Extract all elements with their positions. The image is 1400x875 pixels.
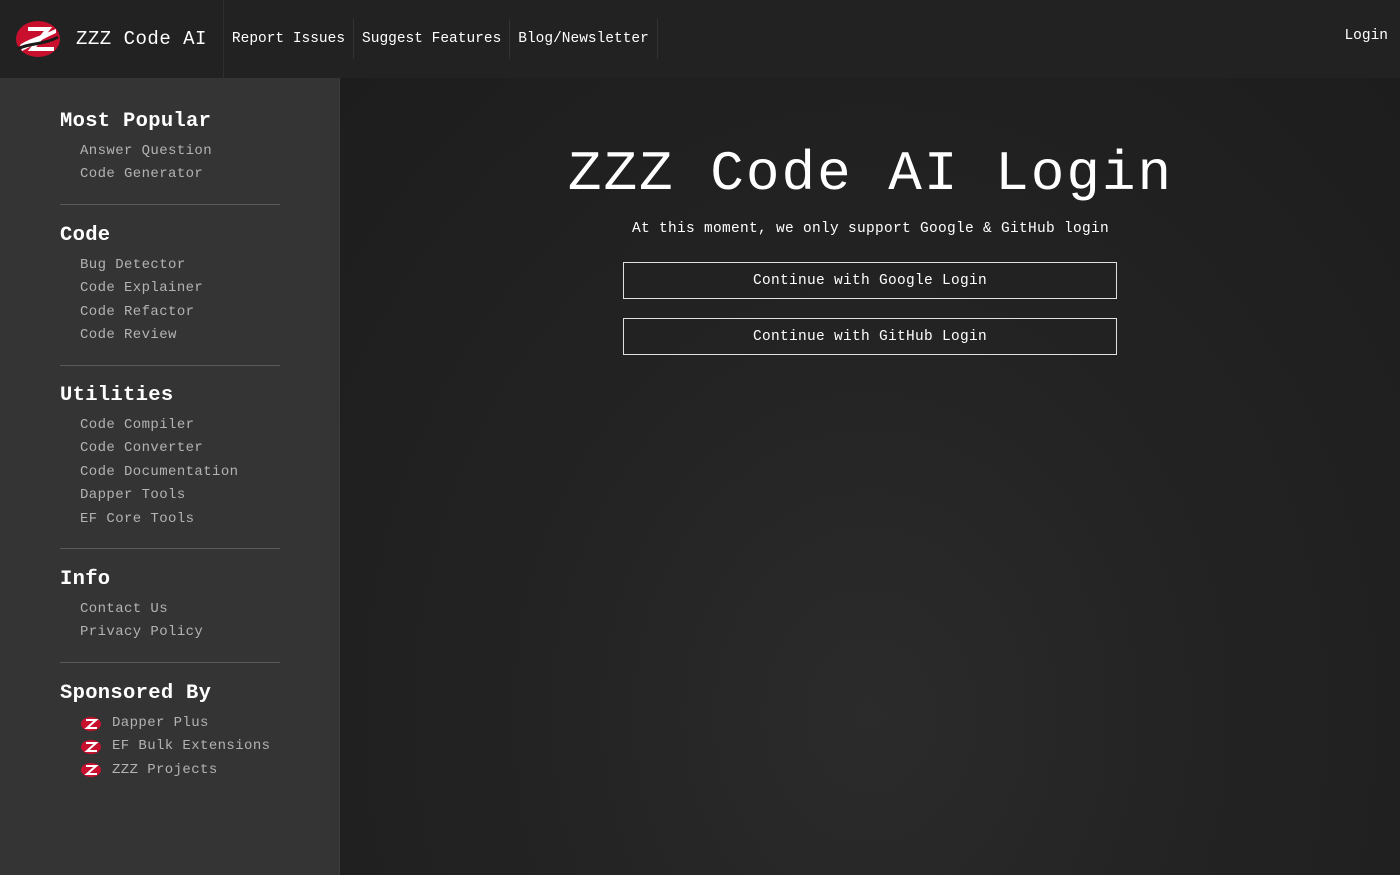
- section-utilities: Utilities Code Compiler Code Converter C…: [60, 384, 280, 531]
- brand[interactable]: ZZZ Code AI: [0, 0, 224, 78]
- sidebar: Most Popular Answer Question Code Genera…: [0, 78, 340, 875]
- sponsor-label: EF Bulk Extensions: [112, 738, 271, 755]
- zzz-logo-icon: [81, 740, 101, 755]
- sidebar-item-code-documentation[interactable]: Code Documentation: [80, 461, 280, 484]
- section-sponsored-by: Sponsored By Dapper Plus EF Bulk Extensi…: [60, 682, 280, 782]
- sidebar-item-dapper-tools[interactable]: Dapper Tools: [80, 484, 280, 507]
- sidebar-item-code-explainer[interactable]: Code Explainer: [80, 277, 280, 300]
- sidebar-item-code-review[interactable]: Code Review: [80, 324, 280, 347]
- nav-report-issues[interactable]: Report Issues: [224, 19, 355, 59]
- google-login-button[interactable]: Continue with Google Login: [623, 262, 1117, 299]
- sponsor-item-zzz-projects[interactable]: ZZZ Projects: [80, 759, 280, 782]
- section-info: Info Contact Us Privacy Policy: [60, 568, 280, 645]
- sidebar-item-answer-question[interactable]: Answer Question: [80, 140, 280, 163]
- sidebar-item-code-converter[interactable]: Code Converter: [80, 437, 280, 460]
- section-list: Code Compiler Code Converter Code Docume…: [60, 414, 280, 531]
- divider: [60, 365, 280, 366]
- divider: [60, 662, 280, 663]
- sidebar-item-code-refactor[interactable]: Code Refactor: [80, 301, 280, 324]
- login-link[interactable]: Login: [1344, 28, 1388, 44]
- main-nav: Report Issues Suggest Features Blog/News…: [224, 0, 658, 78]
- nav-suggest-features[interactable]: Suggest Features: [354, 19, 511, 59]
- zzz-logo-icon: [16, 21, 60, 57]
- section-title: Most Popular: [60, 110, 212, 133]
- section-most-popular: Most Popular Answer Question Code Genera…: [60, 110, 280, 187]
- section-list: Answer Question Code Generator: [60, 140, 280, 187]
- divider: [60, 548, 280, 549]
- zzz-logo-icon: [81, 716, 101, 731]
- sponsor-label: Dapper Plus: [112, 715, 209, 731]
- nav-blog-newsletter[interactable]: Blog/Newsletter: [510, 19, 658, 59]
- brand-name: ZZZ Code AI: [76, 28, 207, 50]
- sidebar-item-contact-us[interactable]: Contact Us: [80, 598, 280, 621]
- section-code: Code Bug Detector Code Explainer Code Re…: [60, 224, 280, 348]
- section-title: Sponsored By: [60, 682, 212, 705]
- sponsor-label: ZZZ Projects: [112, 761, 218, 778]
- sidebar-item-bug-detector[interactable]: Bug Detector: [80, 254, 280, 277]
- sponsor-item-ef-bulk-extensions[interactable]: EF Bulk Extensions: [80, 735, 280, 758]
- github-login-button[interactable]: Continue with GitHub Login: [623, 318, 1117, 355]
- sidebar-item-ef-core-tools[interactable]: EF Core Tools: [80, 508, 280, 531]
- login-info-text: At this moment, we only support Google &…: [631, 221, 1110, 237]
- section-title: Info: [60, 568, 111, 591]
- top-navbar: ZZZ Code AI Report Issues Suggest Featur…: [0, 0, 1400, 78]
- sidebar-item-code-generator[interactable]: Code Generator: [80, 163, 280, 186]
- sponsor-item-dapper-plus[interactable]: Dapper Plus: [80, 712, 280, 735]
- section-title: Code: [60, 224, 111, 247]
- page-title: ZZZ Code AI Login: [567, 142, 1174, 206]
- section-list: Contact Us Privacy Policy: [60, 598, 280, 645]
- section-list: Bug Detector Code Explainer Code Refacto…: [60, 254, 280, 348]
- section-list: Dapper Plus EF Bulk Extensions ZZZ Proje…: [60, 712, 280, 782]
- section-title: Utilities: [60, 384, 174, 407]
- zzz-logo-icon: [81, 763, 101, 778]
- sidebar-item-code-compiler[interactable]: Code Compiler: [80, 414, 280, 437]
- sidebar-item-privacy-policy[interactable]: Privacy Policy: [80, 621, 280, 644]
- main-content: ZZZ Code AI Login At this moment, we onl…: [341, 78, 1400, 875]
- divider: [60, 204, 280, 205]
